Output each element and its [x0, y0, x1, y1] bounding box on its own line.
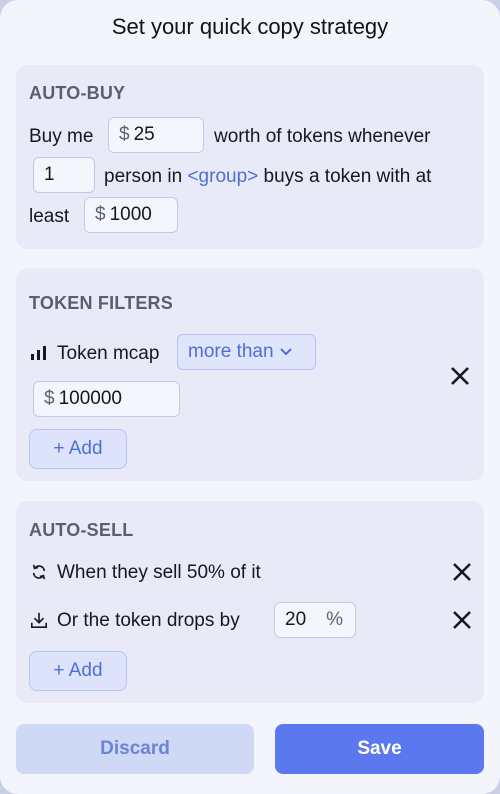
chevron-down-icon	[279, 348, 292, 356]
token-filters-heading: TOKEN FILTERS	[29, 293, 173, 313]
save-button[interactable]: Save	[275, 724, 484, 774]
currency-symbol: $	[44, 388, 55, 409]
comparator-dropdown[interactable]: more than	[177, 334, 316, 370]
drop-percent-value: 20	[285, 609, 307, 630]
auto-buy-card: AUTO-BUY Buy me $ 25 worth of tokens whe…	[16, 65, 484, 249]
percent-unit: %	[326, 609, 343, 630]
add-filter-button[interactable]: + Add	[29, 429, 127, 469]
worth-text: worth of tokens whenever	[214, 126, 431, 147]
sell-rule-2-text: Or the token drops by	[57, 610, 240, 631]
mcap-value-input[interactable]: $ 100000	[33, 381, 180, 417]
comparator-value: more than	[188, 341, 274, 362]
buy-amount-value: 25	[133, 124, 155, 145]
currency-symbol: $	[95, 204, 106, 225]
close-icon[interactable]	[449, 365, 471, 387]
close-icon[interactable]	[451, 609, 473, 631]
person-in-text: person in <group> buys a token with at	[104, 166, 431, 188]
token-filters-card: TOKEN FILTERS Token mcap more than $ 100…	[16, 268, 484, 481]
auto-sell-heading: AUTO-SELL	[29, 520, 134, 540]
mcap-value: 100000	[58, 388, 122, 409]
discard-button[interactable]: Discard	[16, 724, 254, 774]
buy-me-text: Buy me	[29, 126, 94, 147]
drop-percent-input[interactable]: 20 %	[274, 602, 356, 638]
download-icon	[30, 612, 48, 629]
least-text: least	[29, 206, 70, 227]
buy-amount-input[interactable]: $ 25	[108, 117, 204, 153]
buys-token-text: buys a token with at	[263, 166, 432, 187]
auto-sell-card: AUTO-SELL When they sell 50% of it Or th…	[16, 501, 484, 703]
min-buy-value: 1000	[109, 204, 152, 225]
currency-symbol: $	[119, 124, 130, 145]
person-count-value: 1	[44, 164, 55, 185]
add-sell-rule-button[interactable]: + Add	[29, 651, 127, 691]
close-icon[interactable]	[451, 561, 473, 583]
token-mcap-label: Token mcap	[57, 343, 160, 364]
person-count-input[interactable]: 1	[33, 157, 95, 193]
min-buy-input[interactable]: $ 1000	[84, 197, 178, 233]
bar-chart-icon	[31, 346, 46, 360]
refresh-icon	[32, 564, 46, 580]
person-in-label: person in	[104, 166, 183, 187]
auto-buy-heading: AUTO-BUY	[29, 83, 126, 103]
sell-rule-1-text: When they sell 50% of it	[57, 562, 261, 583]
dialog-title: Set your quick copy strategy	[111, 14, 389, 39]
group-link[interactable]: <group>	[187, 166, 258, 187]
strategy-dialog: Set your quick copy strategy AUTO-BUY Bu…	[0, 0, 500, 794]
